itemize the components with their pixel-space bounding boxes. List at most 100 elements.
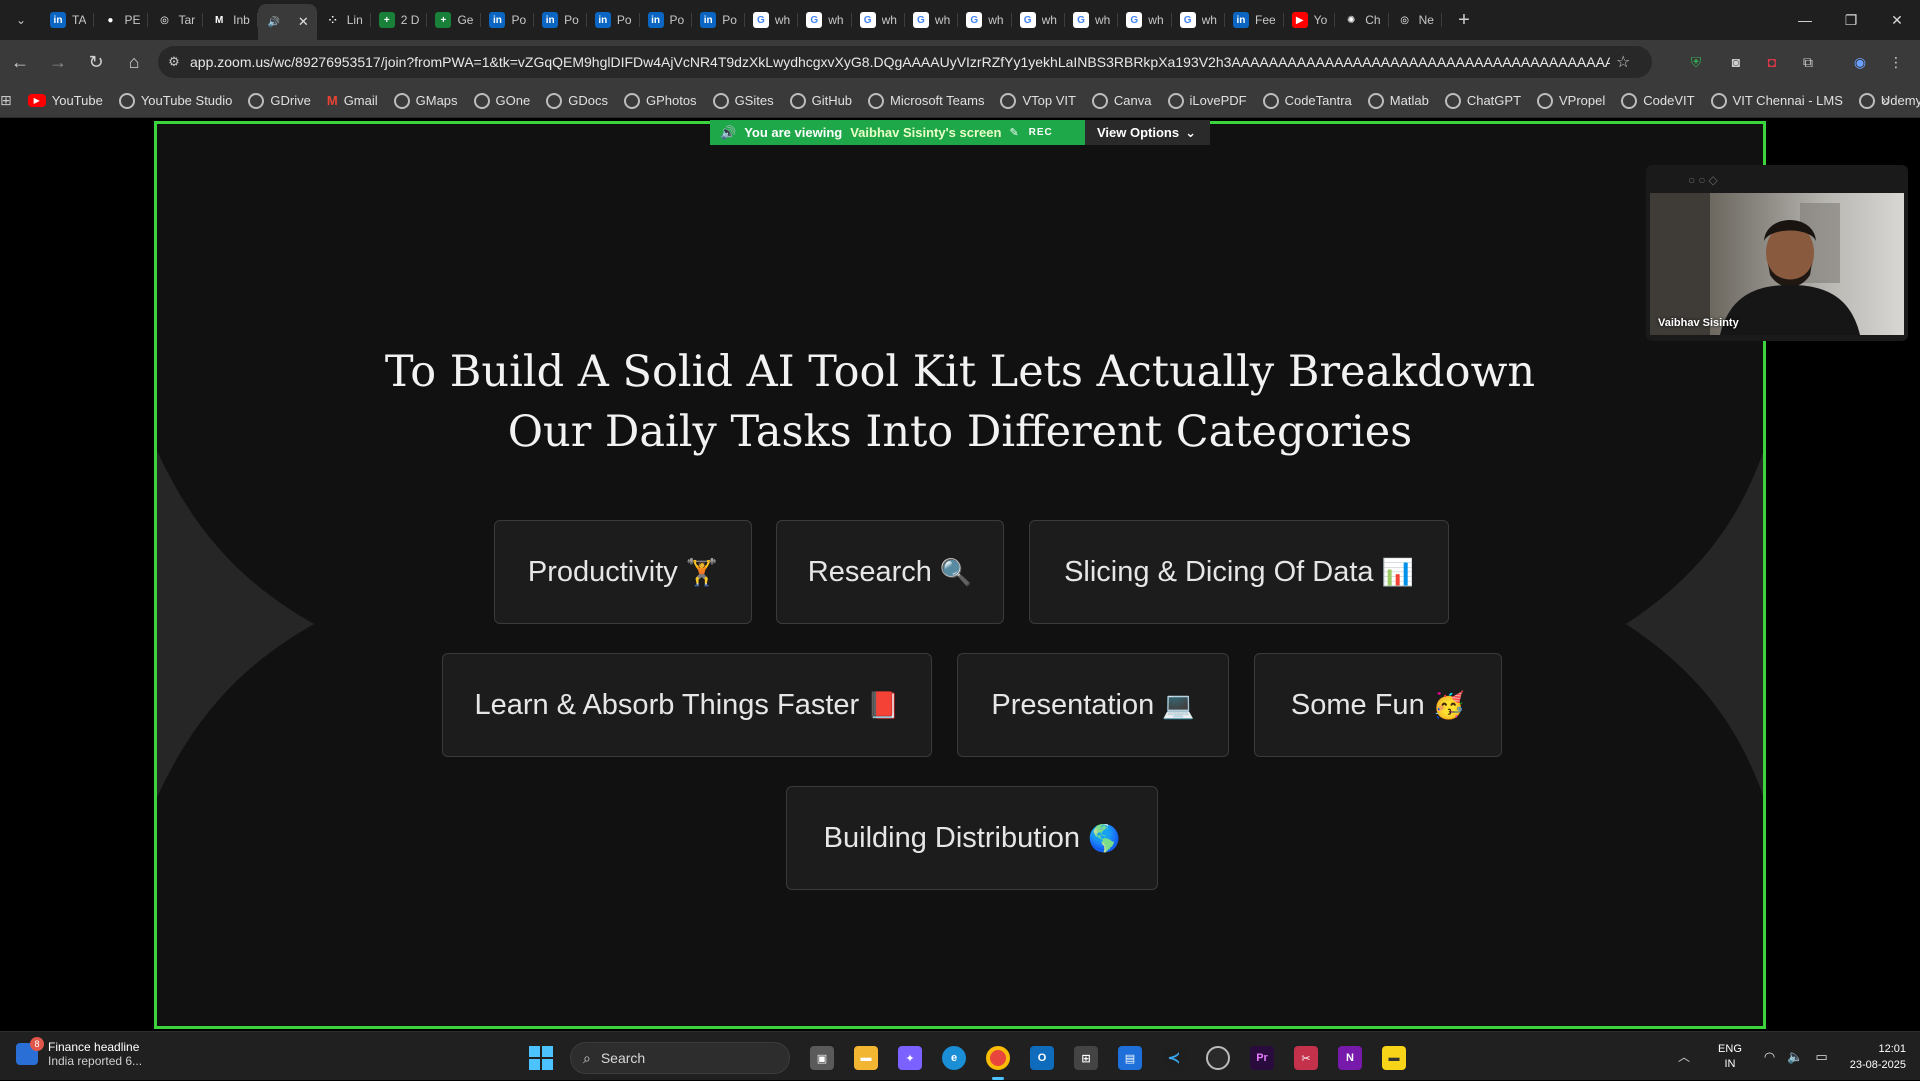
file-explorer-icon[interactable]: ▬ bbox=[848, 1040, 884, 1076]
google-icon: G bbox=[1126, 12, 1143, 28]
bookmark-item[interactable]: Matlab bbox=[1367, 92, 1429, 109]
browser-tab[interactable]: in Po bbox=[587, 4, 640, 36]
profile-avatar[interactable]: ◉ bbox=[1844, 46, 1876, 78]
volume-icon[interactable]: 🔈 bbox=[1787, 1049, 1803, 1065]
shield-extension-icon[interactable]: ⛨ bbox=[1680, 46, 1712, 78]
browser-tab[interactable]: in TA bbox=[42, 4, 95, 36]
close-window-button[interactable]: ✕ bbox=[1874, 0, 1920, 40]
todo-icon[interactable]: ▤ bbox=[1112, 1040, 1148, 1076]
browser-tab[interactable]: Gwh bbox=[958, 4, 1012, 36]
battery-icon[interactable]: ▭ bbox=[1815, 1049, 1827, 1065]
browser-tab[interactable]: Gwh bbox=[852, 4, 906, 36]
bookmark-item[interactable]: CodeTantra bbox=[1262, 92, 1352, 109]
address-bar[interactable]: ⚙ app.zoom.us/wc/89276953517/join?fromPW… bbox=[158, 46, 1652, 78]
browser-tab[interactable]: in Po bbox=[481, 4, 534, 36]
browser-tab[interactable]: + Ge bbox=[427, 4, 482, 36]
new-tab-button[interactable]: + bbox=[1450, 9, 1478, 32]
more-bookmarks-icon[interactable]: » bbox=[1881, 92, 1890, 110]
back-button[interactable]: ← bbox=[2, 44, 38, 80]
windows-taskbar: 8 Finance headline India reported 6... ⌕… bbox=[0, 1031, 1920, 1080]
pocket-extension-icon[interactable]: ◘ bbox=[1756, 46, 1788, 78]
taskbar-search-box[interactable]: ⌕ Search bbox=[570, 1042, 790, 1074]
browser-tab[interactable]: in Fee bbox=[1225, 4, 1284, 36]
browser-tab[interactable]: Gwh bbox=[905, 4, 959, 36]
outlook-icon[interactable]: O bbox=[1024, 1040, 1060, 1076]
camera-extension-icon[interactable]: ◙ bbox=[1720, 46, 1752, 78]
taskbar-search-label: Search bbox=[600, 1050, 646, 1066]
home-button[interactable]: ⌂ bbox=[116, 44, 152, 80]
category-building-distribution: Building Distribution 🌎 bbox=[786, 786, 1158, 890]
system-clock[interactable]: 12:01 23-08-2025 bbox=[1850, 1041, 1906, 1073]
bookmark-item[interactable]: GDrive bbox=[248, 92, 311, 109]
browser-tab[interactable]: Gwh bbox=[745, 4, 799, 36]
browser-tab[interactable]: ▶ Yo bbox=[1284, 4, 1336, 36]
start-button-icon[interactable] bbox=[524, 1041, 558, 1075]
site-info-icon[interactable]: ⚙ bbox=[158, 54, 190, 70]
copilot-icon[interactable]: ✦ bbox=[892, 1040, 928, 1076]
browser-tab[interactable]: Gwh bbox=[1012, 4, 1066, 36]
browser-menu-icon[interactable]: ⋮ bbox=[1880, 46, 1912, 78]
bookmark-item[interactable]: GitHub bbox=[789, 92, 852, 109]
bookmark-item[interactable]: Canva bbox=[1091, 92, 1152, 109]
browser-tab[interactable]: Gwh bbox=[798, 4, 852, 36]
browser-tab[interactable]: in Po bbox=[692, 4, 745, 36]
bookmark-item[interactable]: VTop VIT bbox=[1000, 92, 1076, 109]
premiere-icon[interactable]: Pr bbox=[1244, 1040, 1280, 1076]
browser-tab[interactable]: in Po bbox=[534, 4, 587, 36]
browser-tab[interactable]: Gwh bbox=[1065, 4, 1119, 36]
bookmark-item[interactable]: iLovePDF bbox=[1167, 92, 1247, 109]
close-tab-icon[interactable]: ✕ bbox=[298, 14, 309, 30]
browser-tab[interactable]: 🔊 ✕ bbox=[257, 4, 317, 40]
vscode-icon[interactable]: ≺ bbox=[1156, 1040, 1192, 1076]
snipping-tool-icon[interactable]: ✂ bbox=[1288, 1040, 1324, 1076]
bookmark-item[interactable]: GPhotos bbox=[623, 92, 697, 109]
participant-video-panel[interactable]: ○○◇ Vaibhav Sisinty bbox=[1646, 165, 1908, 341]
browser-tab[interactable]: ⁘ Lin bbox=[317, 4, 371, 36]
browser-tab[interactable]: ◎ Ne bbox=[1389, 4, 1443, 36]
browser-tab[interactable]: ✺ Ch bbox=[1335, 4, 1389, 36]
chrome-icon[interactable] bbox=[980, 1040, 1016, 1080]
bookmark-item[interactable]: GDocs bbox=[546, 92, 608, 109]
task-view-icon[interactable]: ▣ bbox=[804, 1040, 840, 1076]
bookmark-item[interactable]: GOne bbox=[473, 92, 530, 109]
forward-button[interactable]: → bbox=[40, 44, 76, 80]
browser-tab[interactable]: Gwh bbox=[1118, 4, 1172, 36]
bookmark-item[interactable]: ChatGPT bbox=[1444, 92, 1521, 109]
bookmark-item[interactable]: GMaps bbox=[393, 92, 458, 109]
bookmark-item[interactable]: ▶ YouTube bbox=[27, 93, 103, 108]
extensions-puzzle-icon[interactable]: ⧉ bbox=[1792, 46, 1824, 78]
browser-tab[interactable]: in Po bbox=[640, 4, 693, 36]
bookmark-item[interactable]: YouTube Studio bbox=[118, 92, 232, 109]
browser-tab[interactable]: Gwh bbox=[1172, 4, 1226, 36]
bookmark-item[interactable]: GSites bbox=[712, 92, 774, 109]
tab-search-button[interactable]: ⌄ bbox=[6, 6, 36, 34]
view-options-button[interactable]: View Options ⌄ bbox=[1085, 120, 1210, 145]
bookmark-item[interactable]: M Gmail bbox=[327, 93, 378, 108]
obs-icon[interactable] bbox=[1200, 1040, 1236, 1076]
bookmark-item[interactable]: Microsoft Teams bbox=[868, 92, 984, 109]
apps-grid-icon[interactable]: ⊞ bbox=[0, 92, 12, 109]
bookmark-item[interactable]: VPropel bbox=[1537, 92, 1605, 109]
reload-button[interactable]: ↻ bbox=[78, 44, 114, 80]
store-icon[interactable]: ⊞ bbox=[1068, 1040, 1104, 1076]
bookmark-star-icon[interactable]: ☆ bbox=[1616, 52, 1630, 72]
restore-button[interactable]: ❐ bbox=[1828, 0, 1874, 40]
onenote-icon[interactable]: N bbox=[1332, 1040, 1368, 1076]
browser-tab[interactable]: M Inb bbox=[203, 4, 258, 36]
sticky-notes-icon[interactable]: ▬ bbox=[1376, 1040, 1412, 1076]
tab-title: Po bbox=[722, 13, 737, 27]
bookmark-item[interactable]: VIT Chennai - LMS bbox=[1710, 92, 1843, 109]
wifi-icon[interactable]: ◠ bbox=[1764, 1049, 1775, 1065]
minimize-button[interactable]: — bbox=[1782, 0, 1828, 40]
edge-icon[interactable]: e bbox=[936, 1040, 972, 1076]
browser-tab[interactable]: ◎ Tar bbox=[148, 4, 203, 36]
browser-tab[interactable]: +2 D bbox=[371, 4, 428, 36]
url-text[interactable]: app.zoom.us/wc/89276953517/join?fromPWA=… bbox=[190, 54, 1610, 70]
bookmark-label: CodeTantra bbox=[1284, 93, 1352, 108]
bookmark-item[interactable]: CodeVIT bbox=[1621, 92, 1695, 109]
video-panel-controls-icon[interactable]: ○○◇ bbox=[1688, 173, 1721, 187]
news-widget[interactable]: 8 Finance headline India reported 6... bbox=[16, 1037, 142, 1068]
browser-tab[interactable]: ● PE bbox=[94, 4, 149, 36]
tray-overflow-icon[interactable]: ︿ bbox=[1678, 1048, 1690, 1065]
language-indicator[interactable]: ENG IN bbox=[1718, 1042, 1742, 1072]
